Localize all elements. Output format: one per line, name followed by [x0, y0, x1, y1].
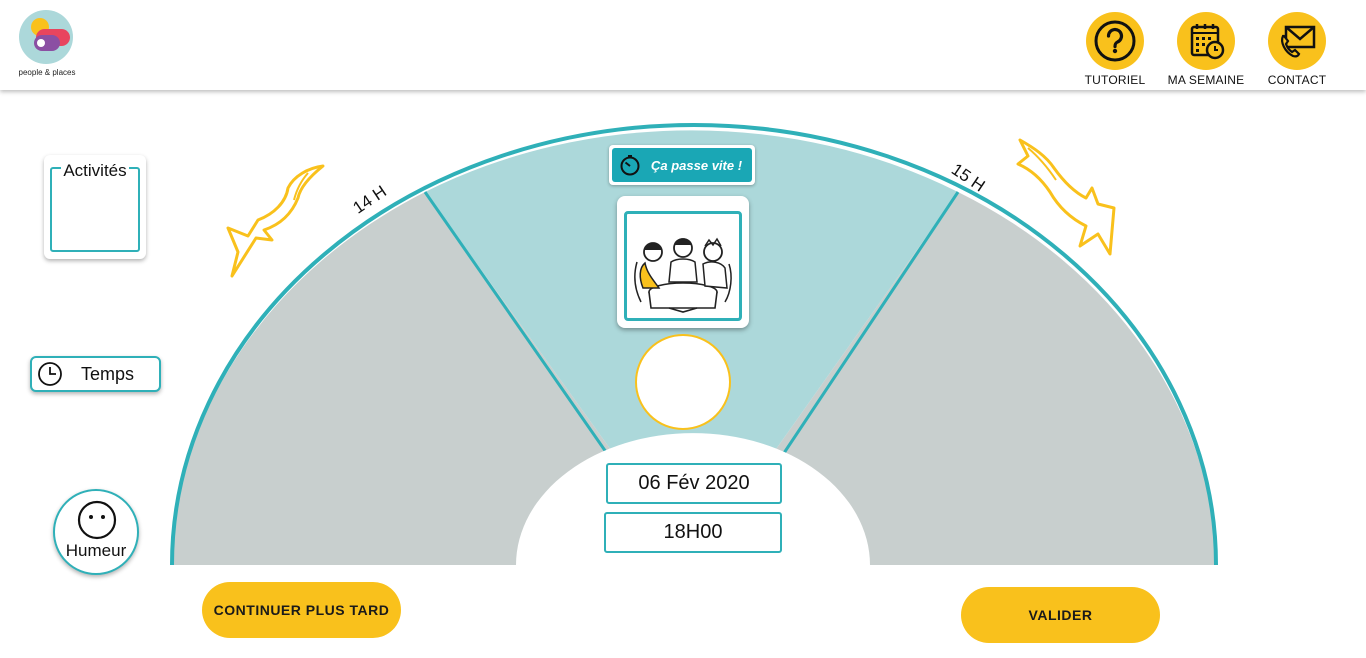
contact-label: CONTACT [1267, 73, 1327, 87]
activities-picker[interactable]: Activités [44, 155, 146, 259]
top-bar: people & places TUTORIEL MA SEMAINE CONT… [0, 0, 1366, 90]
people-at-table-illustration [634, 237, 732, 313]
pace-badge-label: Ça passe vite ! [651, 157, 743, 173]
activity-card[interactable] [617, 196, 749, 328]
tutorial-button[interactable]: TUTORIEL [1070, 12, 1160, 88]
time-picker[interactable]: Temps [30, 356, 161, 392]
my-week-button[interactable]: MA SEMAINE [1161, 12, 1251, 88]
time-label: Temps [81, 363, 135, 384]
help-icon [1086, 12, 1144, 70]
logo-mark [19, 10, 73, 64]
date-display: 06 Fév 2020 [606, 463, 782, 504]
timeline-wheel [170, 123, 1218, 565]
validate-button[interactable]: VALIDER [961, 587, 1160, 643]
tutorial-label: TUTORIEL [1084, 73, 1146, 87]
clock-icon [38, 362, 62, 386]
logo-text: people & places [18, 68, 76, 77]
mood-label: Humeur [65, 541, 127, 560]
my-week-label: MA SEMAINE [1167, 73, 1245, 87]
contact-button[interactable]: CONTACT [1252, 12, 1342, 88]
previous-hour-arrow-icon[interactable] [226, 164, 325, 278]
stopwatch-icon [620, 155, 640, 176]
calendar-clock-icon [1177, 12, 1235, 70]
mood-drop-slot[interactable] [635, 334, 731, 430]
neutral-face-icon [77, 500, 117, 540]
logo[interactable]: people & places [14, 10, 80, 80]
mood-picker[interactable]: Humeur [53, 489, 139, 575]
pace-badge[interactable]: Ça passe vite ! [609, 145, 755, 185]
continue-later-button[interactable]: CONTINUER PLUS TARD [202, 582, 401, 638]
envelope-phone-icon [1268, 12, 1326, 70]
activities-label: Activités [61, 161, 129, 180]
time-display: 18H00 [604, 512, 782, 553]
